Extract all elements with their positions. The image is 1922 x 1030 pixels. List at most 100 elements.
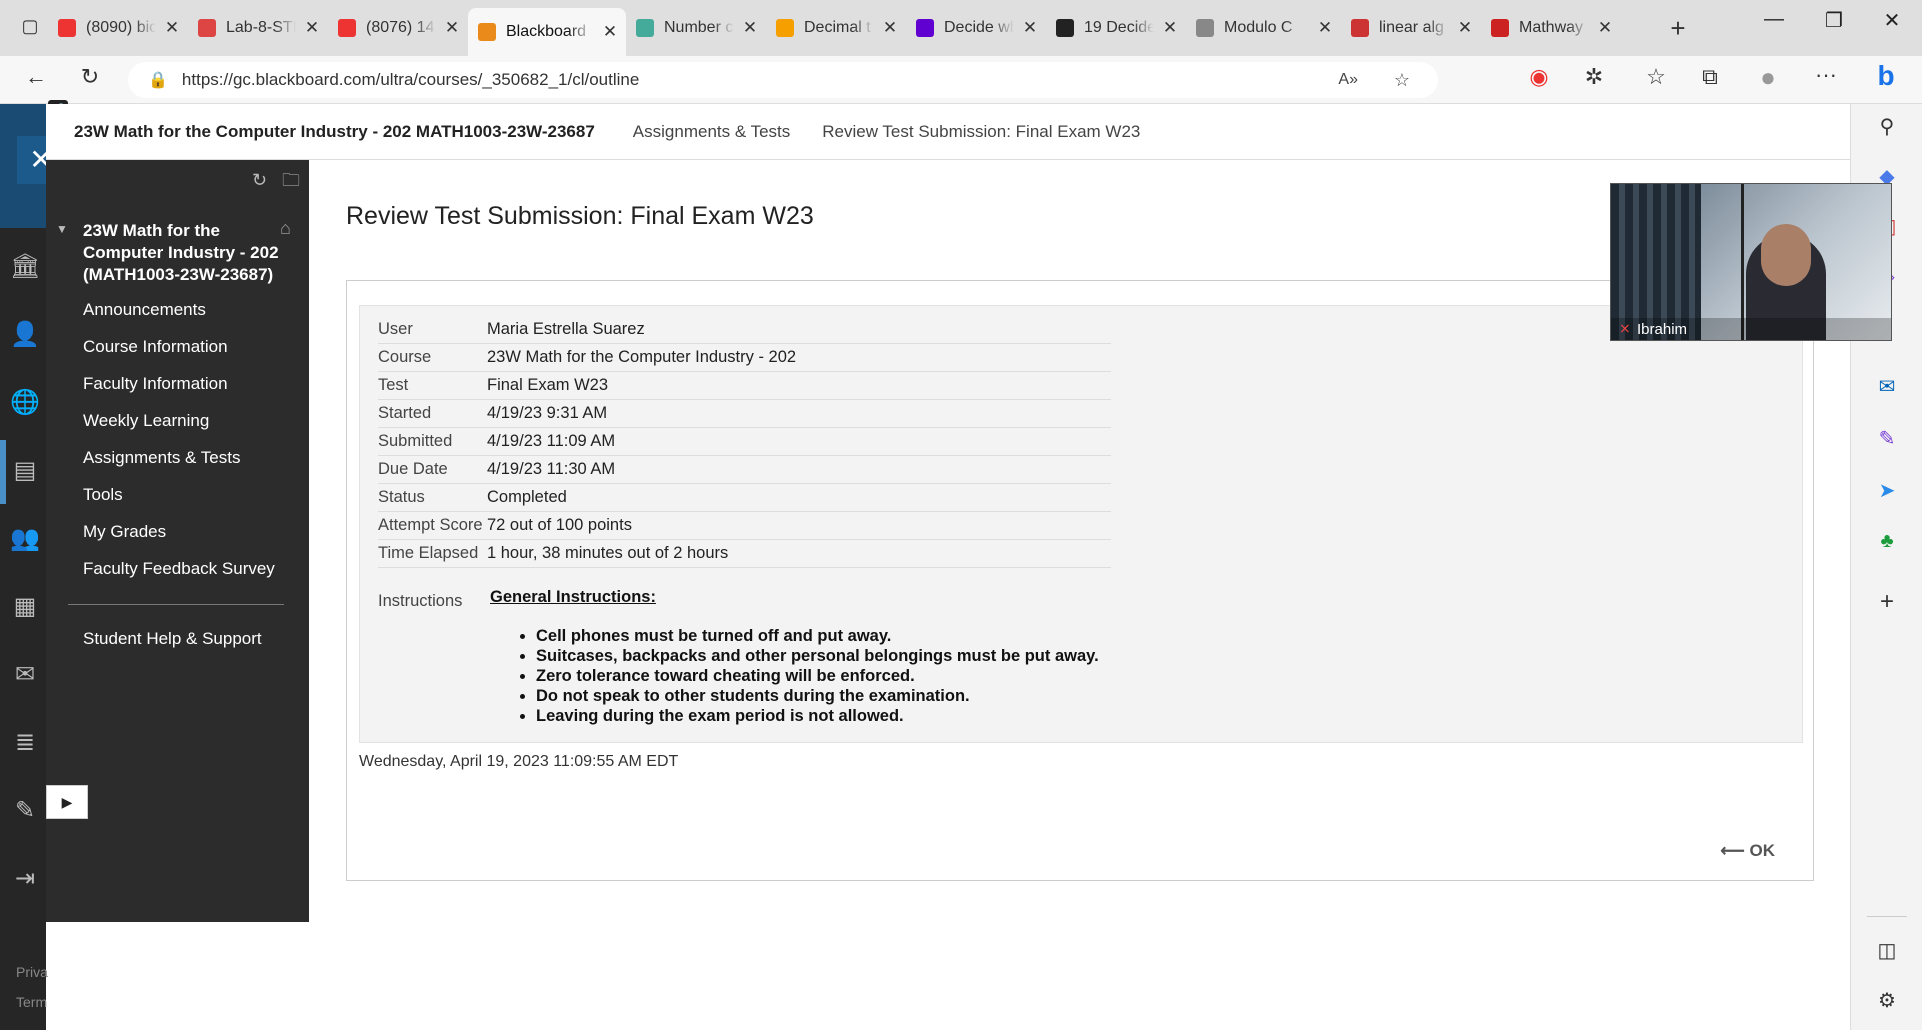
browser-tab[interactable]: 19 Decide ✕ bbox=[1046, 10, 1186, 46]
privacy-link[interactable]: Priva bbox=[16, 964, 48, 980]
active-indicator bbox=[0, 440, 6, 504]
close-tab-icon[interactable]: ✕ bbox=[302, 18, 322, 38]
menu-item[interactable]: Course Information bbox=[83, 337, 228, 357]
bing-icon[interactable]: b bbox=[1870, 60, 1902, 92]
detail-value: 4/19/23 11:30 AM bbox=[487, 460, 616, 478]
add-sidebar-icon[interactable]: + bbox=[1869, 588, 1905, 616]
detail-label: Started bbox=[378, 404, 432, 422]
instructions-label: Instructions bbox=[378, 592, 463, 610]
close-tab-icon[interactable]: ✕ bbox=[600, 22, 620, 42]
browser-tab[interactable]: Decide wh ✕ bbox=[906, 10, 1046, 46]
detail-label: Test bbox=[378, 376, 409, 394]
extensions-icon[interactable]: ✲ bbox=[1578, 64, 1610, 90]
course-title[interactable]: 23W Math for the Computer Industry - 202… bbox=[74, 122, 595, 142]
browser-tab[interactable]: (8076) 14 ✕ bbox=[328, 10, 468, 46]
collapse-caret-icon[interactable]: ▼ bbox=[56, 222, 68, 236]
grades-icon[interactable]: ≣ bbox=[10, 728, 40, 757]
minimize-icon[interactable]: — bbox=[1754, 8, 1794, 31]
close-tab-icon[interactable]: ✕ bbox=[1315, 18, 1335, 38]
menu-item[interactable]: Faculty Information bbox=[83, 374, 228, 394]
url-text[interactable]: https://gc.blackboard.com/ultra/courses/… bbox=[182, 70, 639, 90]
terms-link[interactable]: Term bbox=[16, 994, 47, 1010]
add-favorite-icon[interactable]: ☆ bbox=[1394, 70, 1410, 91]
ok-button[interactable]: ⟵ OK bbox=[1720, 841, 1775, 861]
detail-label: User bbox=[378, 320, 413, 338]
detail-row: Time Elapsed 1 hour, 38 minutes out of 2 … bbox=[378, 540, 1111, 568]
folder-icon[interactable]: 🗀 bbox=[282, 168, 300, 198]
messages-icon[interactable]: ✉ bbox=[10, 660, 40, 689]
favorites-icon[interactable]: ☆ bbox=[1640, 64, 1672, 90]
collections-icon[interactable]: ⧉ bbox=[1694, 64, 1726, 90]
menu-item[interactable]: Weekly Learning bbox=[83, 411, 209, 431]
breadcrumb-assignments[interactable]: Assignments & Tests bbox=[633, 122, 790, 142]
extension-icon[interactable]: ◉ bbox=[1523, 64, 1555, 90]
close-tab-icon[interactable]: ✕ bbox=[442, 18, 462, 38]
close-tab-icon[interactable]: ✕ bbox=[1160, 18, 1180, 38]
new-tab-icon[interactable]: + bbox=[1662, 13, 1694, 44]
detail-label: Status bbox=[378, 488, 425, 506]
home-icon[interactable]: ⌂ bbox=[280, 218, 291, 239]
expand-menu-button[interactable]: ▶ bbox=[46, 785, 88, 819]
browser-tab[interactable]: Modulo C ✕ bbox=[1186, 10, 1341, 46]
close-window-icon[interactable]: ✕ bbox=[1872, 8, 1912, 33]
search-icon[interactable]: ⚲ bbox=[1869, 114, 1905, 139]
course-menu-title[interactable]: 23W Math for the Computer Industry - 202… bbox=[83, 220, 283, 286]
video-call-overlay[interactable]: ⨯ Ibrahim bbox=[1610, 183, 1892, 341]
close-tab-icon[interactable]: ✕ bbox=[162, 18, 182, 38]
breadcrumb-current: Review Test Submission: Final Exam W23 bbox=[822, 121, 1141, 141]
close-tab-icon[interactable]: ✕ bbox=[880, 18, 900, 38]
r-icon bbox=[776, 19, 794, 37]
browser-tab[interactable]: Decimal t ✕ bbox=[766, 10, 906, 46]
calendar-icon[interactable]: ▦ bbox=[10, 592, 40, 621]
close-tab-icon[interactable]: ✕ bbox=[740, 18, 760, 38]
tab-title: 19 Decide bbox=[1084, 19, 1154, 36]
settings-gear-icon[interactable]: ⚙ bbox=[1869, 988, 1905, 1013]
designer-icon[interactable]: ✎ bbox=[1869, 426, 1905, 451]
browser-tab[interactable]: (8090) bio ✕ bbox=[48, 10, 188, 46]
pdf-icon bbox=[198, 19, 216, 37]
detail-value: Maria Estrella Suarez bbox=[487, 320, 645, 338]
read-aloud-icon[interactable]: A» bbox=[1338, 71, 1358, 89]
organizations-icon[interactable]: 👥 bbox=[10, 524, 40, 553]
send-icon[interactable]: ➤ bbox=[1869, 478, 1905, 503]
lock-icon[interactable]: 🔒 bbox=[148, 70, 168, 90]
url-field[interactable]: 🔒 https://gc.blackboard.com/ultra/course… bbox=[128, 62, 1438, 98]
refresh-icon[interactable]: ↻ bbox=[74, 64, 106, 90]
tab-actions-icon[interactable]: ▢ bbox=[14, 16, 46, 37]
detail-label: Attempt Score bbox=[378, 516, 483, 534]
browser-tab[interactable]: Number c ✕ bbox=[626, 10, 766, 46]
tools-icon[interactable]: ✎ bbox=[10, 796, 40, 825]
menu-item[interactable]: My Grades bbox=[83, 522, 166, 542]
browser-tab[interactable]: Mathway ✕ bbox=[1481, 10, 1621, 46]
menu-item[interactable]: Faculty Feedback Survey bbox=[83, 559, 275, 579]
close-tab-icon[interactable]: ✕ bbox=[1455, 18, 1475, 38]
tab-title: Decide wh bbox=[944, 19, 1014, 36]
globe-icon[interactable]: 🌐 bbox=[10, 388, 40, 417]
instruction-item: Cell phones must be turned off and put a… bbox=[536, 626, 1099, 646]
profile-icon[interactable]: 👤 bbox=[10, 320, 40, 349]
institution-icon[interactable]: 🏛 bbox=[10, 252, 40, 281]
menu-item[interactable]: Assignments & Tests bbox=[83, 448, 240, 468]
courses-icon[interactable]: ▤ bbox=[10, 456, 40, 485]
tab-title: (8090) bio bbox=[86, 19, 156, 36]
more-icon[interactable]: ··· bbox=[1810, 62, 1842, 88]
menu-item[interactable]: Announcements bbox=[83, 300, 206, 320]
profile-icon[interactable]: ● bbox=[1752, 62, 1784, 93]
refresh-menu-icon[interactable]: ↻ bbox=[252, 170, 267, 191]
browser-tab[interactable]: linear alg ✕ bbox=[1341, 10, 1481, 46]
blackboard-icon bbox=[478, 23, 496, 41]
hide-sidebar-icon[interactable]: ◫ bbox=[1869, 938, 1905, 963]
close-tab-icon[interactable]: ✕ bbox=[1020, 18, 1040, 38]
menu-item[interactable]: Tools bbox=[83, 485, 123, 505]
close-tab-icon[interactable]: ✕ bbox=[1595, 18, 1615, 38]
menu-item-help[interactable]: Student Help & Support bbox=[83, 629, 262, 649]
browser-tab[interactable]: Lab-8-STI ✕ bbox=[188, 10, 328, 46]
submission-panel: User Maria Estrella Suarez Course 23W Math … bbox=[346, 280, 1814, 881]
tree-icon[interactable]: ♣ bbox=[1869, 530, 1905, 553]
blackboard-nav: 🏛 👤 🌐 ▤ 👥 ▦ ✉ ≣ ✎ ⇥ Priva Term bbox=[0, 104, 48, 1030]
sign-out-icon[interactable]: ⇥ bbox=[10, 864, 40, 893]
back-icon[interactable]: ← bbox=[20, 64, 52, 90]
restore-icon[interactable]: ❐ bbox=[1814, 8, 1854, 33]
outlook-icon[interactable]: ✉ bbox=[1869, 374, 1905, 399]
browser-tab[interactable]: Blackboard ✕ bbox=[468, 8, 626, 56]
